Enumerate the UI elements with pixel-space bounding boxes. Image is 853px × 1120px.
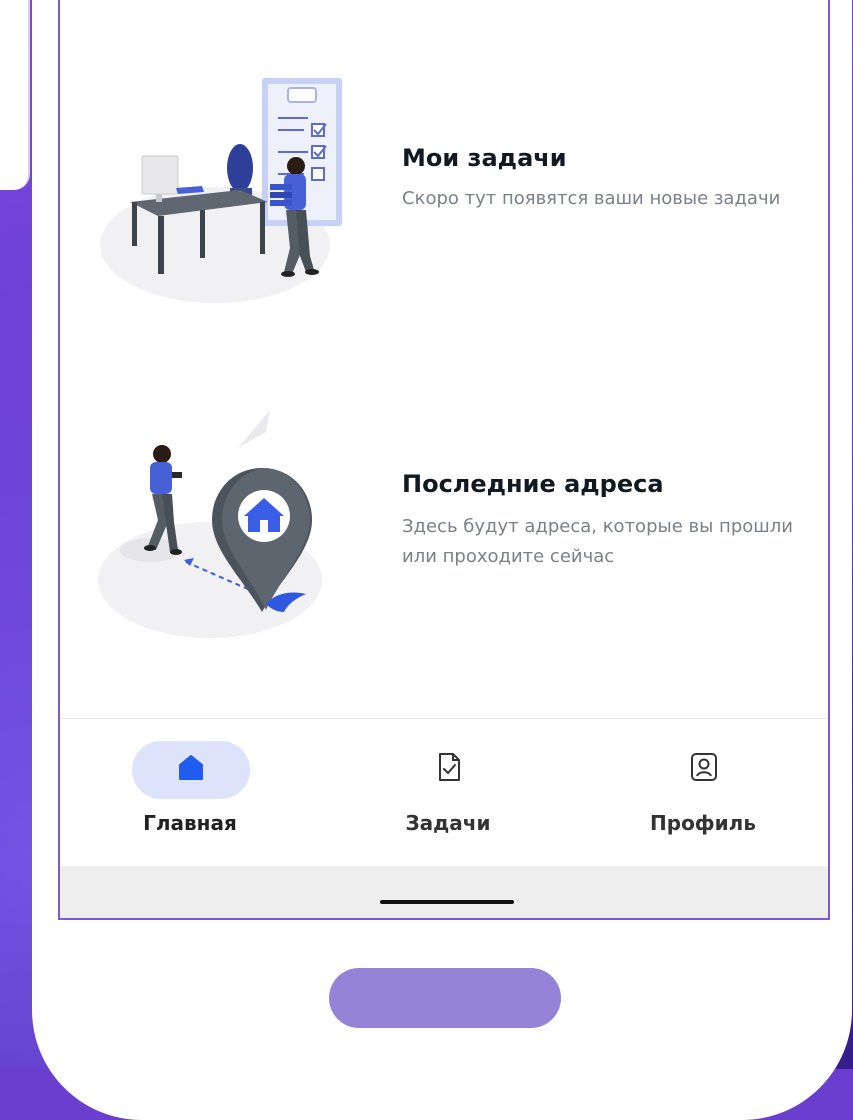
my-tasks-description: Скоро тут появятся ваши новые задачи	[402, 188, 781, 209]
nav-item-tasks[interactable]: Задачи	[348, 739, 548, 839]
profile-icon	[691, 753, 717, 781]
recent-addresses-card: Последние адреса Здесь будут адреса, кот…	[60, 390, 828, 650]
side-panel-edge	[0, 0, 30, 190]
nav-label-profile: Профиль	[650, 811, 756, 835]
addresses-illustration	[98, 410, 322, 638]
tasks-illustration	[100, 78, 342, 303]
home-icon	[179, 755, 203, 780]
phone-home-button[interactable]	[329, 968, 561, 1028]
my-tasks-title: Мои задачи	[402, 144, 567, 172]
recent-addresses-description: Здесь будут адреса, которые вы прошли ил…	[402, 516, 793, 567]
system-navigation-bar	[60, 866, 828, 918]
nav-item-home[interactable]: Главная	[90, 739, 290, 839]
task-document-icon	[439, 753, 460, 781]
my-tasks-card: Мои задачи Скоро тут появятся ваши новые…	[60, 60, 828, 320]
home-gesture-bar[interactable]	[380, 900, 514, 904]
bottom-navigation: Главная Задачи Профиль	[60, 718, 828, 867]
nav-item-profile[interactable]: Профиль	[603, 739, 803, 839]
recent-addresses-title: Последние адреса	[402, 470, 664, 498]
app-screen: Мои задачи Скоро тут появятся ваши новые…	[58, 0, 830, 920]
nav-label-home: Главная	[143, 811, 237, 835]
nav-label-tasks: Задачи	[405, 811, 491, 835]
